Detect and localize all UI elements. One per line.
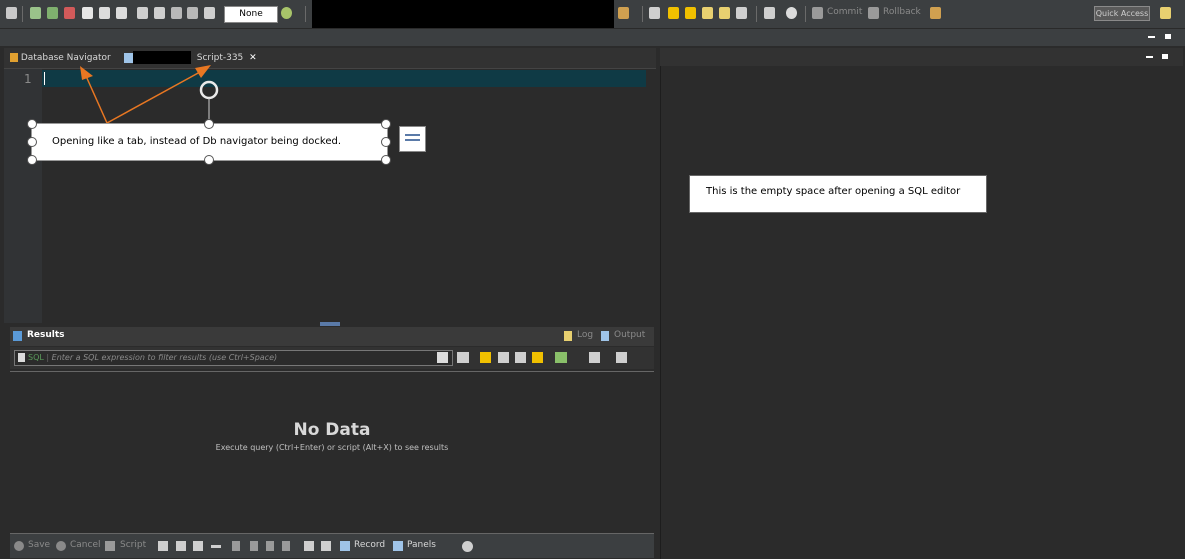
arrow-head bbox=[80, 66, 93, 80]
apply-filter-icon[interactable] bbox=[532, 352, 543, 363]
output-icon bbox=[601, 331, 609, 341]
log-icon bbox=[564, 331, 572, 341]
clear-filter-icon[interactable] bbox=[498, 352, 509, 363]
arrow-head bbox=[195, 65, 211, 78]
resize-handle[interactable] bbox=[27, 137, 37, 147]
previous-page-icon[interactable] bbox=[250, 541, 258, 551]
fetch-all-icon[interactable] bbox=[321, 541, 331, 551]
results-tab-bar: Results Log Output bbox=[10, 327, 654, 346]
resize-handle[interactable] bbox=[381, 155, 391, 165]
sql-label: SQL bbox=[28, 353, 44, 362]
next-page-icon[interactable] bbox=[266, 541, 274, 551]
forward-icon[interactable] bbox=[616, 352, 627, 363]
annotation-text: Opening like a tab, instead of Db naviga… bbox=[52, 136, 342, 147]
fetch-page-icon[interactable] bbox=[304, 541, 314, 551]
resize-handle[interactable] bbox=[27, 119, 37, 129]
delete-row-icon[interactable] bbox=[211, 545, 221, 548]
cancel-icon bbox=[56, 541, 66, 551]
resize-handle[interactable] bbox=[27, 155, 37, 165]
layout-options-icon[interactable] bbox=[399, 126, 426, 152]
script-button[interactable]: Script bbox=[120, 540, 146, 550]
back-icon[interactable] bbox=[589, 352, 600, 363]
copy-row-icon[interactable] bbox=[193, 541, 203, 551]
last-page-icon[interactable] bbox=[282, 541, 290, 551]
tab-output[interactable]: Output bbox=[614, 330, 645, 340]
record-icon bbox=[340, 541, 350, 551]
script-icon bbox=[105, 541, 115, 551]
filter-icon[interactable] bbox=[480, 352, 491, 363]
refresh-icon[interactable] bbox=[457, 352, 469, 363]
add-row-icon[interactable] bbox=[176, 541, 186, 551]
arrow-to-navigator-tab bbox=[85, 75, 108, 124]
results-bottom-bar: Save Cancel Script Record Panels bbox=[10, 533, 654, 558]
record-button[interactable]: Record bbox=[354, 540, 385, 550]
cancel-button[interactable]: Cancel bbox=[70, 540, 101, 550]
filter-history-dropdown-icon[interactable] bbox=[437, 352, 448, 363]
execute-filter-icon[interactable] bbox=[555, 352, 567, 363]
arrow-to-script-tab bbox=[106, 71, 201, 124]
first-page-icon[interactable] bbox=[232, 541, 240, 551]
settings-icon[interactable] bbox=[462, 541, 473, 552]
results-icon bbox=[13, 331, 22, 341]
save-icon bbox=[14, 541, 24, 551]
sql-filter-input[interactable]: SQL | Enter a SQL expression to filter r… bbox=[14, 350, 453, 366]
tab-results[interactable]: Results bbox=[27, 330, 65, 340]
sql-doc-icon bbox=[18, 353, 25, 362]
edit-icon[interactable] bbox=[158, 541, 168, 551]
annotation-text: This is the empty space after opening a … bbox=[706, 186, 961, 197]
panels-icon bbox=[393, 541, 403, 551]
tab-log[interactable]: Log bbox=[577, 330, 593, 340]
no-data-hint: Execute query (Ctrl+Enter) or script (Al… bbox=[215, 443, 449, 452]
save-button[interactable]: Save bbox=[28, 540, 50, 550]
panels-button[interactable]: Panels bbox=[407, 540, 436, 550]
resize-handle[interactable] bbox=[381, 137, 391, 147]
resize-handle[interactable] bbox=[204, 155, 214, 165]
rotate-handle-icon bbox=[199, 80, 219, 100]
filter-placeholder: Enter a SQL expression to filter results… bbox=[51, 353, 278, 362]
resize-handle[interactable] bbox=[204, 119, 214, 129]
resize-handle[interactable] bbox=[381, 119, 391, 129]
save-filter-icon[interactable] bbox=[515, 352, 526, 363]
no-data-title: No Data bbox=[293, 420, 371, 440]
annotation-callout-right: This is the empty space after opening a … bbox=[689, 175, 987, 213]
